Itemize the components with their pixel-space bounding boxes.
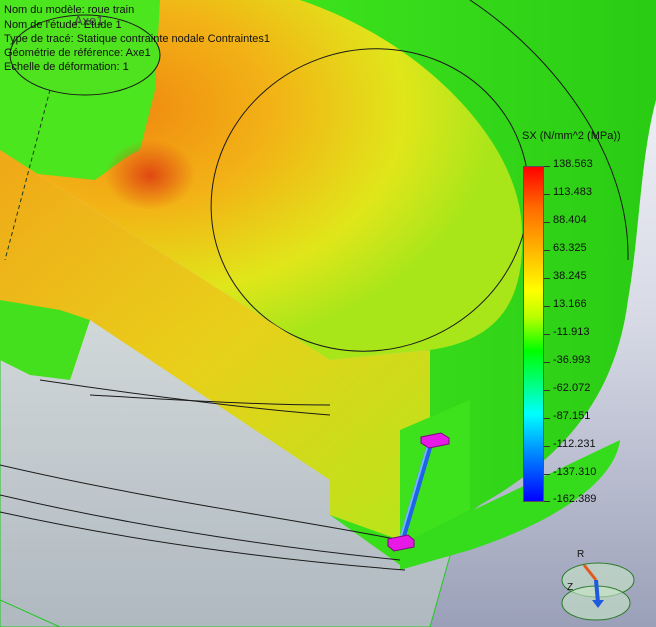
legend-tick <box>544 501 550 502</box>
legend-value: 113.483 <box>553 186 592 198</box>
info-model-name: Nom du modèle: roue train <box>4 4 135 16</box>
legend-value: 63.325 <box>553 242 587 254</box>
legend-value: -137.310 <box>553 466 597 478</box>
legend-value: -87.151 <box>553 410 591 422</box>
legend-tick <box>544 166 550 167</box>
legend-tick <box>544 334 550 335</box>
legend-value: 138.563 <box>553 158 593 170</box>
legend-tick <box>544 446 550 447</box>
triad-r-label: R <box>577 549 585 560</box>
legend-tick <box>544 418 550 419</box>
legend-tick <box>544 222 550 223</box>
legend-tick <box>544 390 550 391</box>
legend-value: 88.404 <box>553 214 587 226</box>
legend-value: -62.072 <box>553 382 591 394</box>
legend-tick <box>544 306 550 307</box>
legend-value: -162.389 <box>553 493 597 505</box>
legend-tick <box>544 194 550 195</box>
info-reference-geometry: Géométrie de référence: Axe1 <box>4 47 151 59</box>
legend-tick <box>544 474 550 475</box>
legend-value: -36.993 <box>553 354 591 366</box>
info-plot-type: Type de tracé: Statique contrainte nodal… <box>4 33 271 45</box>
info-study-name: Nom de l'étude: Etude 1 <box>4 19 122 31</box>
legend-value: 38.245 <box>553 270 587 282</box>
triad-z-label: Z <box>567 582 574 593</box>
legend-tick <box>544 278 550 279</box>
legend-tick <box>544 250 550 251</box>
triad-z-axis <box>594 579 600 604</box>
legend-value: -11.913 <box>553 326 590 338</box>
legend-title: SX (N/mm^2 (MPa)) <box>522 130 621 142</box>
legend-tick <box>544 362 550 363</box>
info-deformation-scale: Echelle de déformation: 1 <box>4 61 129 73</box>
stress-hotspot <box>105 140 195 210</box>
graphics-viewport[interactable] <box>0 0 656 627</box>
legend-value: -112.231 <box>553 438 596 450</box>
legend-color-bar[interactable] <box>523 166 544 502</box>
legend-value: 13.166 <box>553 298 587 310</box>
